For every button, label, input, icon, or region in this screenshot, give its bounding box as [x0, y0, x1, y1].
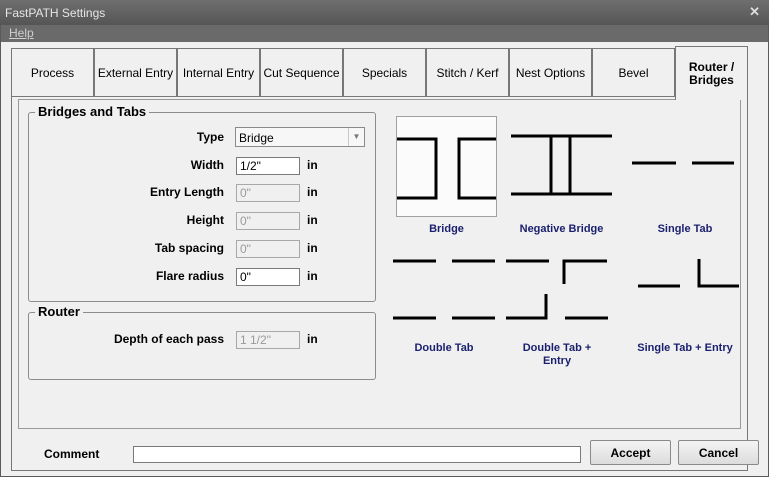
height-field[interactable]: 0"	[236, 212, 300, 230]
bridge-option-single-tab[interactable]	[630, 116, 740, 217]
tab-process[interactable]: Process	[11, 48, 94, 98]
bridge-option-single-tab-entry[interactable]	[628, 248, 742, 328]
double-tab-entry-icon	[506, 259, 608, 320]
type-value: Bridge	[239, 131, 274, 145]
chevron-down-icon: ▼	[348, 128, 364, 146]
single-tab-entry-caption: Single Tab + Entry	[637, 342, 733, 354]
tab-internal-entry[interactable]: Internal Entry	[177, 48, 260, 98]
depth-label: Depth of each pass	[113, 332, 224, 346]
width-unit: in	[307, 158, 318, 172]
flare-radius-unit: in	[307, 269, 318, 283]
content-area: Bridges and Tabs Type Bridge ▼ Width 1/2…	[18, 99, 741, 429]
tab-strip: Process External Entry Internal Entry Cu…	[11, 46, 748, 100]
settings-window: Process External Entry Internal Entry Cu…	[1, 42, 768, 476]
depth-unit: in	[307, 332, 318, 346]
bridges-tabs-group: Bridges and Tabs Type Bridge ▼ Width 1/2…	[28, 104, 376, 302]
depth-field[interactable]: 1 1/2"	[236, 331, 300, 349]
tab-nest-options[interactable]: Nest Options	[509, 48, 592, 98]
menu-help[interactable]: Help	[9, 26, 34, 40]
double-tab-entry-caption: Double Tab + Entry	[522, 342, 592, 367]
tab-panel: Bridges and Tabs Type Bridge ▼ Width 1/2…	[11, 96, 748, 471]
negative-bridge-caption: Negative Bridge	[519, 223, 604, 235]
bridge-icon	[397, 137, 496, 200]
tab-router-bridges-label: Router / Bridges	[688, 59, 735, 87]
entry-length-unit: in	[307, 185, 318, 199]
tab-spacing-unit: in	[307, 241, 318, 255]
single-tab-entry-icon	[638, 259, 739, 288]
accept-button[interactable]: Accept	[590, 440, 671, 465]
tab-bevel[interactable]: Bevel	[592, 48, 675, 98]
type-label: Type	[196, 130, 224, 144]
title-bar: FastPATH Settings ✕	[0, 0, 769, 26]
comment-field[interactable]	[133, 446, 581, 463]
height-unit: in	[307, 213, 318, 227]
height-label: Height	[186, 213, 224, 227]
bridge-option-double-tab-entry[interactable]	[504, 248, 610, 328]
tab-cut-sequence[interactable]: Cut Sequence	[260, 48, 343, 98]
bridge-option-bridge[interactable]	[396, 116, 497, 217]
type-dropdown[interactable]: Bridge ▼	[235, 127, 365, 147]
tab-specials[interactable]: Specials	[343, 48, 426, 98]
negative-bridge-icon	[511, 134, 612, 196]
bridge-option-negative-bridge[interactable]	[511, 116, 612, 217]
router-title: Router	[35, 304, 83, 319]
cancel-button[interactable]: Cancel	[678, 440, 759, 465]
flare-radius-label: Flare radius	[155, 269, 224, 283]
bridge-caption: Bridge	[429, 223, 464, 235]
width-field[interactable]: 1/2"	[236, 157, 300, 175]
menu-bar: Help	[1, 25, 768, 42]
tab-spacing-field[interactable]: 0"	[236, 240, 300, 258]
bridge-option-double-tab[interactable]	[391, 248, 497, 328]
flare-radius-field[interactable]: 0"	[236, 268, 300, 286]
double-tab-caption: Double Tab	[414, 342, 474, 354]
router-group: Router Depth of each pass 1 1/2" in	[28, 304, 376, 380]
single-tab-caption: Single Tab	[657, 223, 713, 235]
close-icon[interactable]: ✕	[749, 4, 760, 20]
single-tab-icon	[632, 161, 734, 165]
window-title: FastPATH Settings	[5, 6, 106, 20]
entry-length-field[interactable]: 0"	[236, 184, 300, 202]
width-label: Width	[190, 158, 224, 172]
tab-stitch-kerf[interactable]: Stitch / Kerf	[426, 48, 509, 98]
bridges-tabs-title: Bridges and Tabs	[35, 104, 150, 119]
tab-external-entry[interactable]: External Entry	[94, 48, 177, 98]
double-tab-icon	[393, 259, 495, 320]
tab-router-bridges[interactable]: Router / Bridges	[675, 46, 748, 100]
entry-length-label: Entry Length	[150, 185, 224, 199]
tab-spacing-label: Tab spacing	[154, 241, 224, 255]
comment-label: Comment	[44, 447, 100, 461]
